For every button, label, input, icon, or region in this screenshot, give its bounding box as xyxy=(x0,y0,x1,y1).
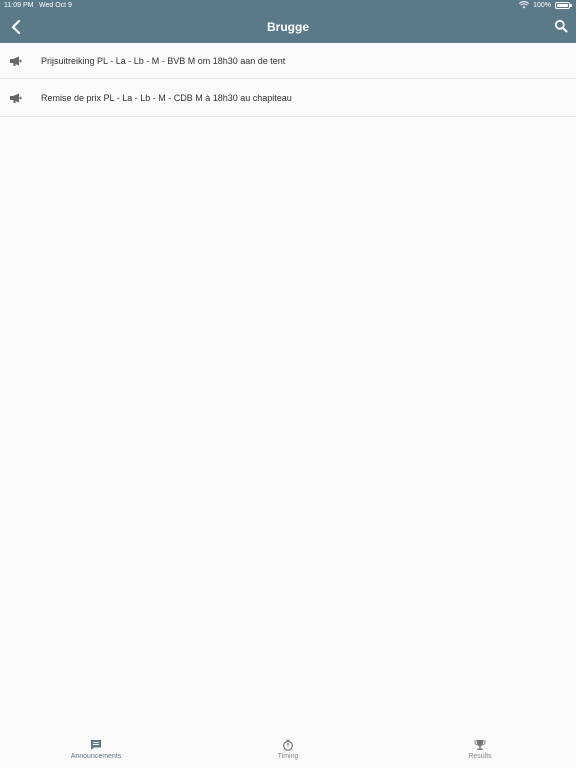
status-bar: 11:09 PM Wed Oct 9 100% xyxy=(0,0,576,12)
announcement-list: Prijsuitreiking PL - La - Lb - M - BVB M… xyxy=(0,43,576,117)
battery-percent: 100% xyxy=(533,1,551,9)
announcement-icon xyxy=(36,739,156,751)
navigation-bar: 11:09 PM Wed Oct 9 100% Brugge xyxy=(0,0,576,43)
megaphone-icon xyxy=(10,93,22,103)
list-item[interactable]: Remise de prix PL - La - Lb - M - CDB M … xyxy=(0,79,576,117)
page-title: Brugge xyxy=(267,20,309,34)
search-icon[interactable] xyxy=(554,19,568,33)
wifi-icon xyxy=(519,1,530,9)
status-date: Wed Oct 9 xyxy=(39,2,72,9)
battery-icon xyxy=(555,1,572,9)
announcement-text: Prijsuitreiking PL - La - Lb - M - BVB M… xyxy=(41,55,286,66)
tab-bar: Announcements Timing Results xyxy=(0,735,576,768)
stopwatch-icon xyxy=(228,739,348,751)
status-indicators: 100% xyxy=(519,1,572,9)
status-time: 11:09 PM xyxy=(4,2,34,9)
list-item[interactable]: Prijsuitreiking PL - La - Lb - M - BVB M… xyxy=(0,43,576,79)
tab-label: Timing xyxy=(277,753,299,760)
tab-timing[interactable]: Timing xyxy=(228,739,348,760)
tab-results[interactable]: Results xyxy=(420,739,540,760)
megaphone-icon xyxy=(10,56,22,66)
tab-label: Results xyxy=(468,753,492,760)
tab-announcements[interactable]: Announcements xyxy=(36,739,156,760)
trophy-icon xyxy=(420,739,540,751)
announcement-text: Remise de prix PL - La - Lb - M - CDB M … xyxy=(41,92,292,103)
tab-label: Announcements xyxy=(70,753,122,760)
